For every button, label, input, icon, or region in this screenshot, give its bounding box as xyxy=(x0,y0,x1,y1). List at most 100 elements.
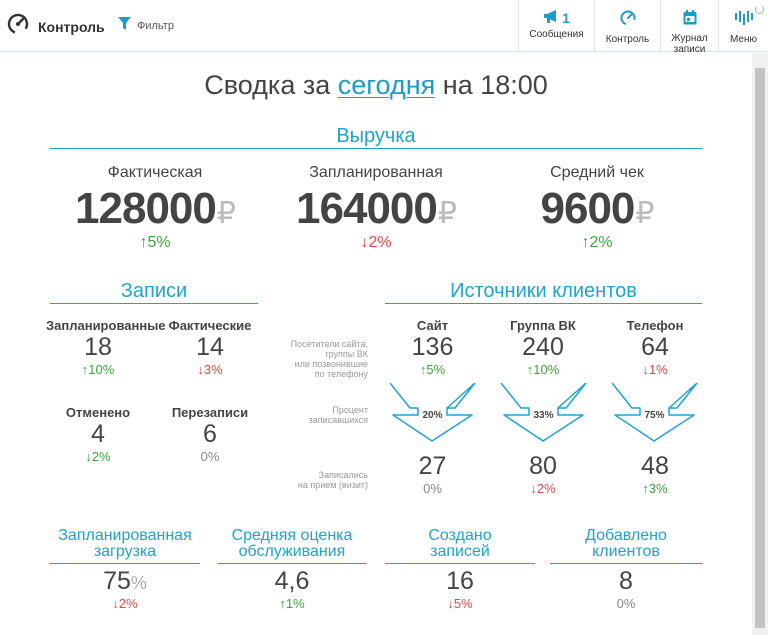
source-name: Телефон xyxy=(626,318,684,333)
kpi-value: 9600₽ xyxy=(492,184,702,234)
stat-value: 14 xyxy=(196,333,224,361)
kpi-label: Фактическая xyxy=(107,164,203,181)
stat-change: ↑10% xyxy=(81,362,115,377)
stat-value: 4 xyxy=(91,420,105,448)
kpi-change: ↑5% xyxy=(139,234,171,251)
appt-cancelled: Отменено 4 ↓2% xyxy=(46,405,150,464)
avg-rating: Средняя оценка обслуживания 4,6 ↑1% xyxy=(218,528,366,611)
filter-button[interactable]: Фильтр xyxy=(118,17,174,35)
ruble-sign: ₽ xyxy=(635,197,654,230)
kpi-label: Средний чек xyxy=(550,164,644,181)
kpi-number: 164000 xyxy=(296,184,438,233)
stat-value: 18 xyxy=(84,333,112,361)
title-prefix: Сводка за xyxy=(204,70,331,100)
kpi-heading: Добавлено клиентов xyxy=(550,528,702,564)
title-time: на 18:00 xyxy=(442,70,548,100)
visitors-change: ↑10% xyxy=(526,362,560,377)
stat-change: ↓3% xyxy=(197,362,223,377)
megaphone-icon xyxy=(543,9,561,28)
conversion-phone: 75% xyxy=(644,410,665,421)
visitors-value: 240 xyxy=(522,333,564,361)
visitors-value: 64 xyxy=(641,333,669,361)
booked-phone: 48 ↑3% xyxy=(605,452,705,496)
kpi-change: ↑2% xyxy=(581,234,613,251)
filter-label: Фильтр xyxy=(137,20,174,32)
stat-change: 0% xyxy=(200,449,220,464)
source-name: Группа ВК xyxy=(510,318,576,333)
planned-load: Запланированная загрузка 75% ↓2% xyxy=(50,528,200,611)
kpi-value: 164000₽ xyxy=(270,184,482,234)
records-created: Создано записей 16 ↓5% xyxy=(385,528,535,611)
nav-journal-label-2: записи xyxy=(673,44,706,55)
visitors-change: ↓1% xyxy=(642,362,668,377)
source-site: Сайт 136 ↑5% xyxy=(385,318,480,377)
revenue-actual: Фактическая 128000₽ ↑5% xyxy=(50,164,260,252)
loading-spinner-icon xyxy=(755,5,764,14)
conversion-row-label: Процент записавшихся xyxy=(308,405,368,425)
kpi-change: ↓2% xyxy=(112,596,138,611)
speedometer-icon xyxy=(619,10,637,31)
kpi-number: 128000 xyxy=(75,184,217,233)
kpi-heading: Создано записей xyxy=(385,528,535,564)
nav-buttons: 1 Сообщения Контроль Журнал записи Меню xyxy=(518,0,768,55)
nav-control[interactable]: Контроль xyxy=(594,0,660,52)
source-phone: Телефон 64 ↓1% xyxy=(605,318,705,377)
kpi-change: ↓5% xyxy=(447,596,473,611)
kpi-value: 4,6 xyxy=(274,567,310,595)
kpi-value: 75% xyxy=(50,567,200,596)
nav-journal[interactable]: Журнал записи xyxy=(660,0,718,55)
conversion-vk: 33% xyxy=(533,410,554,421)
source-name: Сайт xyxy=(416,318,449,333)
revenue-avg-check: Средний чек 9600₽ ↑2% xyxy=(492,164,702,252)
kpi-label: Запланированная xyxy=(309,164,443,181)
kpi-value: 8 xyxy=(619,567,633,595)
booked-value: 48 xyxy=(641,452,669,480)
visitors-value: 136 xyxy=(411,333,454,361)
stat-value: 6 xyxy=(203,420,217,448)
nav-messages-label: Сообщения xyxy=(529,29,584,40)
stat-label: Отменено xyxy=(65,405,131,420)
kpi-heading: Запланированная загрузка xyxy=(50,528,200,564)
stat-change: ↓2% xyxy=(85,449,111,464)
calendar-icon xyxy=(683,10,697,30)
clients-added: Добавлено клиентов 8 0% xyxy=(550,528,702,611)
nav-messages[interactable]: 1 Сообщения xyxy=(518,0,594,52)
menu-icon xyxy=(734,10,754,31)
top-bar: Контроль Фильтр 1 Сообщения Контроль Жур… xyxy=(0,0,768,55)
stat-label: Запланированные xyxy=(46,318,166,333)
booked-site: 27 0% xyxy=(385,452,480,496)
visitors-row-label: Посетители сайта, группы ВК или позвонив… xyxy=(290,339,368,379)
brand-label: Контроль xyxy=(38,18,105,35)
appt-planned: Запланированные 18 ↑10% xyxy=(46,318,166,377)
stat-label: Фактические xyxy=(168,318,252,333)
kpi-value: 128000₽ xyxy=(50,184,260,234)
appt-actual: Фактические 14 ↓3% xyxy=(158,318,262,377)
kpi-change: ↓2% xyxy=(360,234,392,251)
source-vk: Группа ВК 240 ↑10% xyxy=(493,318,593,377)
nav-journal-label-1: Журнал xyxy=(671,33,708,44)
period-link[interactable]: сегодня xyxy=(338,70,435,100)
funnel-icon xyxy=(118,17,131,35)
nav-control-label: Контроль xyxy=(605,34,650,45)
kpi-change: 0% xyxy=(616,596,636,611)
appointments-heading: Записи xyxy=(50,280,258,304)
messages-badge: 1 xyxy=(562,10,570,26)
revenue-heading: Выручка xyxy=(50,125,702,149)
kpi-value: 16 xyxy=(446,567,474,595)
nav-menu-label: Меню xyxy=(729,34,758,45)
booked-value: 27 xyxy=(418,452,447,480)
conversion-site: 20% xyxy=(422,410,443,421)
booked-value: 80 xyxy=(529,452,557,480)
ruble-sign: ₽ xyxy=(437,197,457,230)
scrollbar-thumb[interactable] xyxy=(755,68,765,628)
booked-row-label: Записались на прием (визит) xyxy=(297,470,368,490)
kpi-change: ↑1% xyxy=(279,596,305,611)
kpi-heading: Средняя оценка обслуживания xyxy=(218,528,366,564)
sources-heading: Источники клиентов xyxy=(385,280,702,304)
booked-change: ↑3% xyxy=(642,481,668,496)
speedometer-icon xyxy=(6,12,30,41)
visitors-change: ↑5% xyxy=(419,362,446,377)
kpi-number: 75 xyxy=(103,567,131,595)
brand-control[interactable]: Контроль xyxy=(6,12,105,41)
booked-vk: 80 ↓2% xyxy=(493,452,593,496)
